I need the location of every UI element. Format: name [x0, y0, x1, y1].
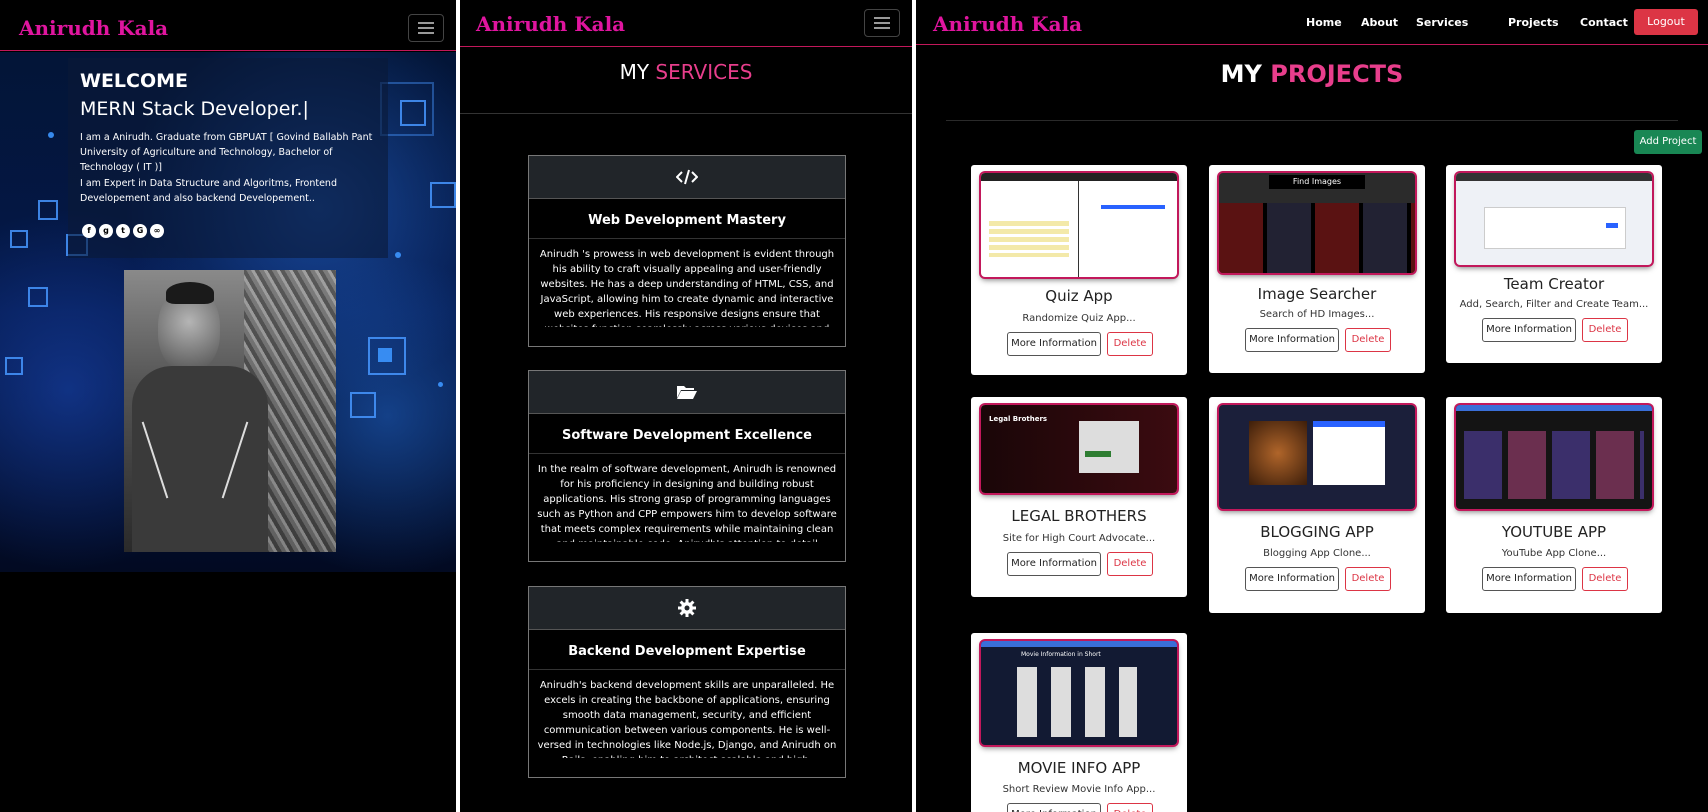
github-icon[interactable]: g [99, 224, 113, 238]
services-heading: MY SERVICES [619, 60, 753, 84]
more-information-button[interactable]: More Information [1245, 328, 1339, 352]
delete-button[interactable]: Delete [1345, 328, 1391, 352]
intro-text: I am a Anirudh. Graduate from GBPUAT [ G… [80, 132, 373, 173]
service-title: Web Development Mastery [529, 199, 845, 239]
project-card-quiz: Quiz App Randomize Quiz App... More Info… [971, 165, 1187, 375]
divider [946, 120, 1678, 121]
welcome-heading: WELCOME [80, 70, 189, 92]
home-pane: Anirudh Kala WELCOME MERN Stack Develope… [0, 0, 460, 812]
project-thumbnail [1219, 405, 1415, 509]
navbar: Anirudh Kala Home About Services Project… [916, 0, 1708, 45]
twitter-icon[interactable]: t [116, 224, 130, 238]
project-thumbnail [1456, 405, 1652, 509]
nav-services[interactable]: Services [1416, 16, 1468, 29]
delete-button[interactable]: Delete [1345, 567, 1391, 591]
service-title: Software Development Excellence [529, 414, 845, 454]
nav-projects[interactable]: Projects [1508, 16, 1559, 29]
thumb-heading: Find Images [1269, 175, 1365, 189]
service-text: In the realm of software development, An… [537, 464, 837, 542]
navbar: Anirudh Kala [460, 0, 912, 47]
project-title: Team Creator [1503, 275, 1605, 293]
delete-button[interactable]: Delete [1582, 318, 1628, 342]
thumb-heading: Legal Brothers [989, 415, 1048, 423]
thumb-heading: Movie Information in Short [1021, 651, 1101, 658]
menu-toggle-button[interactable] [864, 9, 900, 37]
project-title: Quiz App [1045, 287, 1113, 305]
project-thumbnail: Find Images [1219, 173, 1415, 273]
project-title: LEGAL BROTHERS [1011, 507, 1147, 525]
project-thumbnail: Movie Information in Short [981, 641, 1177, 745]
project-card-youtube: YOUTUBE APP YouTube App Clone... More In… [1446, 397, 1662, 613]
navbar: Anirudh Kala [0, 0, 456, 51]
more-information-button[interactable]: More Information [1007, 803, 1101, 812]
project-title: BLOGGING APP [1260, 523, 1374, 541]
project-title: YOUTUBE APP [1501, 523, 1607, 541]
folder-open-icon [529, 371, 845, 414]
more-information-button[interactable]: More Information [1245, 567, 1339, 591]
project-thumbnail: Legal Brothers [981, 405, 1177, 493]
welcome-card: WELCOME MERN Stack Developer.| I am a An… [68, 58, 388, 258]
project-title: MOVIE INFO APP [1017, 759, 1141, 777]
project-thumbnail [981, 173, 1177, 277]
service-text: Anirudh 's prowess in web development is… [539, 249, 835, 327]
nav-contact[interactable]: Contact [1580, 16, 1628, 29]
profile-photo [124, 270, 336, 552]
add-project-button[interactable]: Add Project [1634, 130, 1702, 154]
facebook-icon[interactable]: f [82, 224, 96, 238]
project-thumbnail [1456, 173, 1652, 265]
brand-logo[interactable]: Anirudh Kala [19, 16, 168, 40]
more-information-button[interactable]: More Information [1482, 567, 1576, 591]
other-icon[interactable]: ∞ [150, 224, 164, 238]
services-pane: Anirudh Kala MY SERVICES Web Development… [460, 0, 916, 812]
nav-home[interactable]: Home [1306, 16, 1342, 29]
service-title: Backend Development Expertise [529, 630, 845, 670]
delete-button[interactable]: Delete [1107, 552, 1153, 576]
expertise-text: I am Expert in Data Structure and Algori… [80, 178, 337, 204]
project-desc: Blogging App Clone... [1263, 548, 1371, 559]
delete-button[interactable]: Delete [1582, 567, 1628, 591]
projects-pane: Anirudh Kala Home About Services Project… [916, 0, 1708, 812]
project-card-team-creator: Team Creator Add, Search, Filter and Cre… [1446, 165, 1662, 363]
service-text: Anirudh's backend development skills are… [537, 680, 837, 758]
project-card-image-searcher: Find Images Image Searcher Search of HD … [1209, 165, 1425, 373]
service-card-software: Software Development Excellence In the r… [528, 370, 846, 562]
brand-logo[interactable]: Anirudh Kala [933, 12, 1082, 36]
delete-button[interactable]: Delete [1107, 803, 1153, 812]
service-card-web: Web Development Mastery Anirudh 's prowe… [528, 155, 846, 347]
gear-icon [529, 587, 845, 630]
project-desc: Short Review Movie Info App... [1002, 784, 1156, 795]
nav-about[interactable]: About [1361, 16, 1398, 29]
code-icon [529, 156, 845, 199]
project-title: Image Searcher [1257, 285, 1377, 303]
project-desc: YouTube App Clone... [1501, 548, 1607, 559]
menu-toggle-button[interactable] [408, 14, 444, 42]
google-icon[interactable]: G [133, 224, 147, 238]
projects-heading: MY PROJECTS [1220, 60, 1404, 88]
project-desc: Search of HD Images... [1259, 309, 1375, 320]
more-information-button[interactable]: More Information [1482, 318, 1576, 342]
logout-button[interactable]: Logout [1634, 9, 1698, 35]
project-desc: Randomize Quiz App... [1022, 313, 1136, 324]
brand-logo[interactable]: Anirudh Kala [476, 12, 625, 36]
project-card-movie-info: Movie Information in Short MOVIE INFO AP… [971, 633, 1187, 812]
project-desc: Add, Search, Filter and Create Team... [1459, 299, 1649, 310]
social-links: f g t G ∞ [82, 224, 167, 238]
project-desc: Site for High Court Advocate... [1002, 533, 1156, 544]
more-information-button[interactable]: More Information [1007, 552, 1101, 576]
delete-button[interactable]: Delete [1107, 332, 1153, 356]
divider [460, 113, 912, 114]
role-heading: MERN Stack Developer.| [80, 98, 309, 120]
more-information-button[interactable]: More Information [1007, 332, 1101, 356]
project-card-blogging: BLOGGING APP Blogging App Clone... More … [1209, 397, 1425, 613]
project-card-legal-brothers: Legal Brothers LEGAL BROTHERS Site for H… [971, 397, 1187, 597]
service-card-backend: Backend Development Expertise Anirudh's … [528, 586, 846, 778]
